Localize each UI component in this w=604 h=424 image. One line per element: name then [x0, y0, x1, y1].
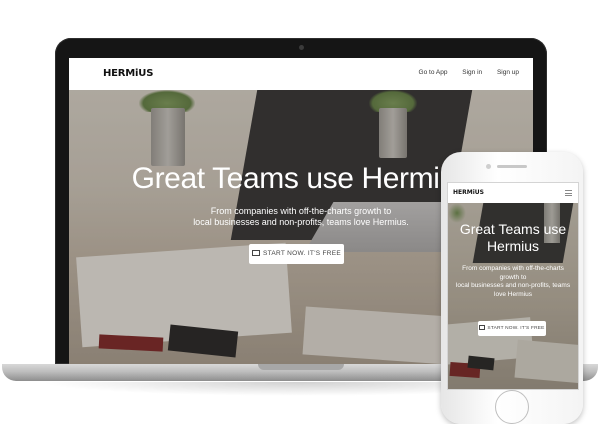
nav-link-sign-up[interactable]: Sign up [497, 69, 519, 76]
mobile-start-now-button[interactable]: START NOW. IT'S FREE [478, 321, 546, 336]
mobile-hero-subtitle-line: love Hermius [494, 290, 532, 298]
mobile-start-now-label: START NOW. IT'S FREE [487, 326, 545, 331]
webcam-icon [299, 45, 304, 50]
phone-screen: HERMiUS Great Teams use Hermius From com… [447, 182, 579, 390]
start-now-label: START NOW. IT'S FREE [262, 250, 342, 257]
laptop-icon [251, 250, 260, 256]
laptop-icon [479, 324, 486, 330]
home-button[interactable] [495, 390, 529, 424]
mobile-hero-subtitle-line: local businesses and non-profits, teams [455, 282, 571, 289]
mobile-hero-subtitle-line: growth to [499, 273, 527, 281]
nav-links: Go to App Sign in Sign up [406, 69, 519, 76]
front-camera-icon [486, 164, 491, 169]
mobile-navbar: HERMiUS [448, 183, 578, 204]
laptop-hinge-notch [258, 364, 344, 370]
mobile-hero-title-line: Hermius [486, 238, 540, 254]
mobile-hero-subtitle-line: From companies with off-the-charts [462, 265, 564, 272]
brand-logo[interactable]: HERMiUS [453, 189, 484, 196]
phone-device: HERMiUS Great Teams use Hermius From com… [441, 152, 583, 424]
mobile-hero-subtitle: From companies with off-the-charts growt… [448, 265, 578, 299]
top-navbar: HERMiUS Go to App Sign in Sign up [69, 58, 533, 91]
mobile-hero-section: Great Teams use Hermius From companies w… [448, 203, 578, 389]
brand-logo[interactable]: HERMiUS [99, 67, 158, 81]
mobile-hero-title-line: Great Teams use [459, 221, 567, 237]
nav-link-go-to-app[interactable]: Go to App [419, 69, 448, 76]
start-now-button[interactable]: START NOW. IT'S FREE [249, 244, 344, 264]
mobile-hero-title: Great Teams use Hermius [448, 221, 578, 255]
hamburger-icon[interactable] [565, 190, 572, 196]
nav-link-sign-in[interactable]: Sign in [462, 69, 482, 76]
speaker-grille [497, 165, 527, 168]
